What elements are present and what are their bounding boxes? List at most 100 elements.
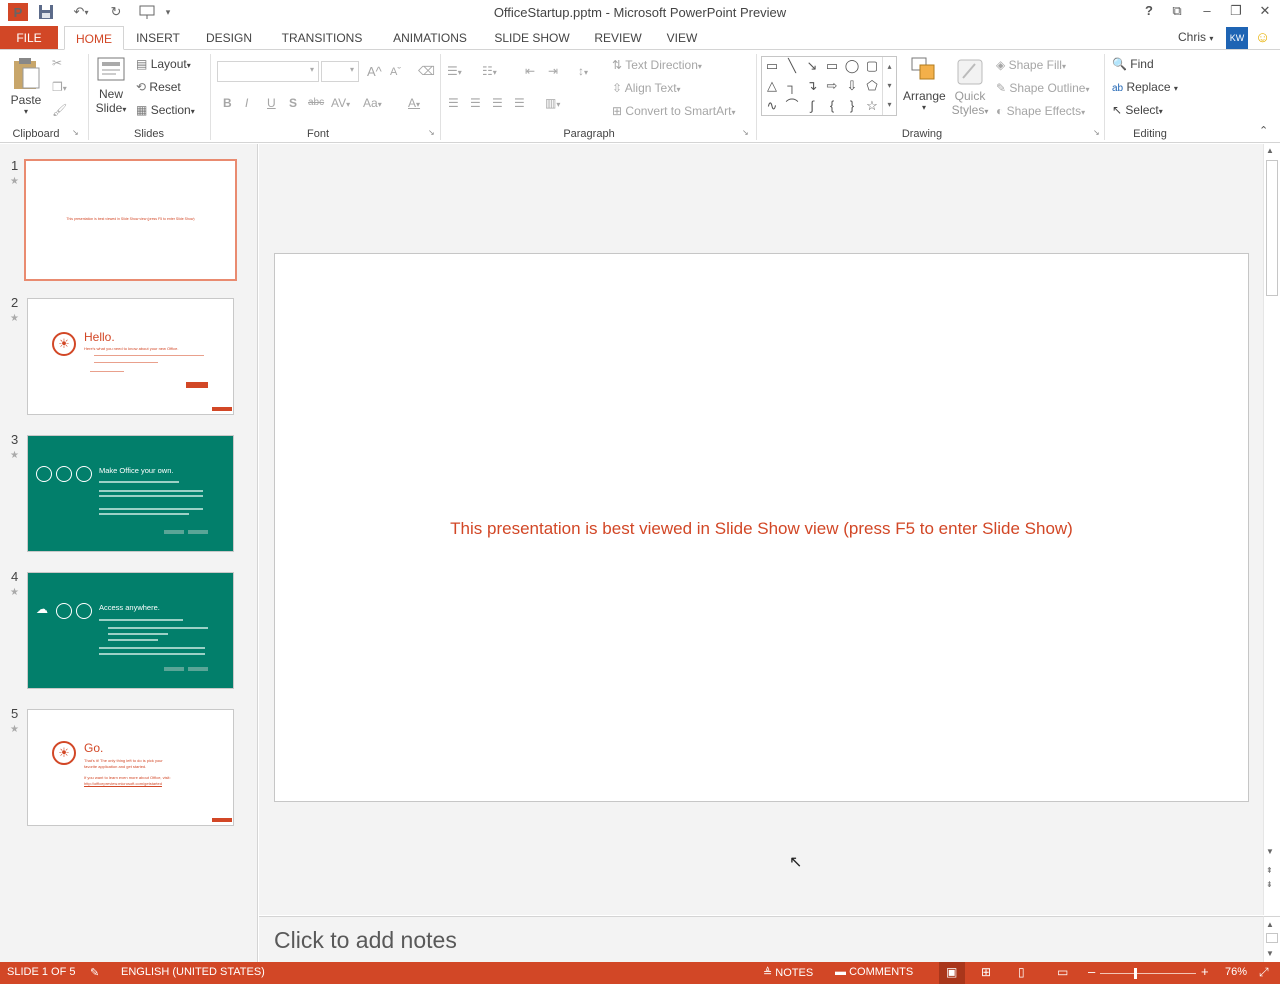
elbow-arrow-shape-icon[interactable]: ↴ [803,77,821,95]
increase-indent-icon[interactable]: ⇥ [548,64,558,78]
section-button[interactable]: ▦ Section▾ [136,103,195,117]
arrow-line-shape-icon[interactable]: ↘ [803,57,821,75]
notes-pane[interactable]: Click to add notes [259,916,1263,962]
right-arrow-shape-icon[interactable]: ⇨ [823,77,841,95]
avatar[interactable]: KW [1226,27,1248,49]
justify-icon[interactable]: ☰ [514,96,525,110]
copy-icon[interactable]: ❐▾ [52,80,67,94]
tab-transitions[interactable]: TRANSITIONS [276,26,368,50]
ribbon-display-options-icon[interactable]: ⧉ [1166,3,1188,21]
arc-shape-icon[interactable]: ⌒ [783,97,801,115]
clipboard-launcher-icon[interactable]: ↘ [72,128,79,137]
shape-outline-button[interactable]: ✎ Shape Outline▾ [996,81,1089,95]
zoom-slider[interactable] [1100,968,1196,979]
shrink-font-button[interactable]: Aˇ [390,66,401,78]
cut-icon[interactable]: ✂ [52,56,62,70]
tab-review[interactable]: REVIEW [590,26,646,50]
slide-body-text[interactable]: This presentation is best viewed in Slid… [275,519,1248,539]
bullets-icon[interactable]: ☰▾ [447,64,462,78]
font-color-button[interactable]: A▾ [408,96,420,110]
thumbnail-slide-4[interactable]: ☁ Access anywhere. [27,572,234,689]
tab-home[interactable]: HOME [64,26,124,50]
scroll-down-icon[interactable]: ▼ [1266,847,1274,856]
tab-view[interactable]: VIEW [660,26,704,50]
slide-show-view-icon[interactable]: ▭ [1057,965,1068,979]
close-button[interactable]: ✕ [1254,3,1276,21]
scroll-down-icon[interactable]: ▼ [1266,949,1274,958]
rectangle-shape-icon[interactable]: ▭ [823,57,841,75]
triangle-shape-icon[interactable]: △ [763,77,781,95]
shadow-button[interactable]: S [289,96,297,110]
font-size-combobox[interactable]: ▾ [321,61,359,82]
scroll-up-icon[interactable]: ▲ [1266,146,1274,155]
tab-insert[interactable]: INSERT [132,26,184,50]
arrange-button[interactable]: Arrange ▾ [903,56,946,112]
star-shape-icon[interactable]: ☆ [863,97,881,115]
align-center-icon[interactable]: ☰ [470,96,481,110]
strikethrough-button[interactable]: abc [308,97,324,108]
down-arrow-shape-icon[interactable]: ⇩ [843,77,861,95]
minimize-button[interactable]: – [1196,3,1218,21]
slide-sorter-view-icon[interactable]: ⊞ [981,965,991,979]
scroll-thumb[interactable] [1266,160,1278,296]
tab-file[interactable]: FILE [0,26,58,50]
pentagon-shape-icon[interactable]: ⬠ [863,77,881,95]
line-spacing-icon[interactable]: ↕▾ [578,64,588,78]
format-painter-icon[interactable]: 🖌 [52,103,67,117]
elbow-connector-shape-icon[interactable]: ┐ [783,77,801,95]
quick-styles-button[interactable]: Quick Styles▾ [950,56,990,117]
collapse-ribbon-icon[interactable]: ⌃ [1259,124,1268,137]
numbering-icon[interactable]: ☷▾ [482,64,497,78]
notes-placeholder[interactable]: Click to add notes [274,927,457,954]
columns-icon[interactable]: ▥▾ [545,96,560,110]
comments-button[interactable]: ▬ COMMENTS [835,966,913,978]
select-button[interactable]: ↖ Select▾ [1112,103,1163,117]
font-name-combobox[interactable]: ▾ [217,61,319,82]
shape-effects-button[interactable]: ◐ Shape Effects▾ [996,104,1085,118]
character-spacing-button[interactable]: AV▾ [331,96,350,110]
zoom-level[interactable]: 76% [1225,966,1247,978]
next-slide-icon[interactable]: ⇟ [1266,880,1273,889]
layout-button[interactable]: ▤ Layout▾ [136,57,191,71]
reset-button[interactable]: ⟲ Reset [136,80,181,94]
rounded-rectangle-shape-icon[interactable]: ▢ [863,57,881,75]
paragraph-launcher-icon[interactable]: ↘ [742,128,749,137]
tab-design[interactable]: DESIGN [200,26,258,50]
freeform-shape-icon[interactable]: ∿ [763,97,781,115]
bold-button[interactable]: B [223,96,232,110]
thumbnail-slide-5[interactable]: ☀ Go. That's it! The only thing left to … [27,709,234,826]
current-slide[interactable]: This presentation is best viewed in Slid… [274,253,1249,802]
text-direction-button[interactable]: ⇅ Text Direction▾ [612,58,702,72]
new-slide-button[interactable]: New Slide▾ [92,56,130,115]
user-account[interactable]: Chris ▾ [1178,30,1213,44]
shapes-gallery[interactable]: ▭ ╲ ↘ ▭ ◯ ▢ △ ┐ ↴ ⇨ ⇩ ⬠ ∿ ⌒ ∫ { } ☆ ▴ ▾ ▾ [761,56,897,116]
tab-slide-show[interactable]: SLIDE SHOW [490,26,574,50]
line-shape-icon[interactable]: ╲ [783,57,801,75]
zoom-in-button[interactable]: + [1201,964,1209,979]
font-launcher-icon[interactable]: ↘ [428,128,435,137]
notes-button[interactable]: ≜ NOTES [763,966,813,979]
tab-animations[interactable]: ANIMATIONS [386,26,474,50]
grow-font-button[interactable]: A^ [367,64,382,79]
decrease-indent-icon[interactable]: ⇤ [525,64,535,78]
right-brace-shape-icon[interactable]: } [843,97,861,115]
text-box-shape-icon[interactable]: ▭ [763,57,781,75]
align-left-icon[interactable]: ☰ [448,96,459,110]
restore-button[interactable]: ❐ [1225,3,1247,21]
help-button[interactable]: ? [1138,3,1160,21]
previous-slide-icon[interactable]: ⇞ [1266,866,1273,875]
curve-shape-icon[interactable]: ∫ [803,97,821,115]
change-case-button[interactable]: Aa▾ [363,96,382,110]
language-indicator[interactable]: ENGLISH (UNITED STATES) [121,966,265,978]
reading-view-icon[interactable]: ▯ [1018,965,1025,979]
zoom-slider-thumb[interactable] [1134,968,1138,979]
drawing-launcher-icon[interactable]: ↘ [1093,128,1100,137]
convert-to-smartart-button[interactable]: ⊞ Convert to SmartArt▾ [612,104,735,118]
scroll-thumb[interactable] [1266,933,1278,943]
thumbnail-slide-1[interactable]: This presentation is best viewed in Slid… [24,159,237,281]
paste-button[interactable]: Paste ▾ [8,56,44,116]
normal-view-button[interactable]: ▣ [939,962,965,984]
align-text-button[interactable]: ⇳ Align Text▾ [612,81,681,95]
spelling-check-icon[interactable]: ✎ [90,966,99,979]
oval-shape-icon[interactable]: ◯ [843,57,861,75]
